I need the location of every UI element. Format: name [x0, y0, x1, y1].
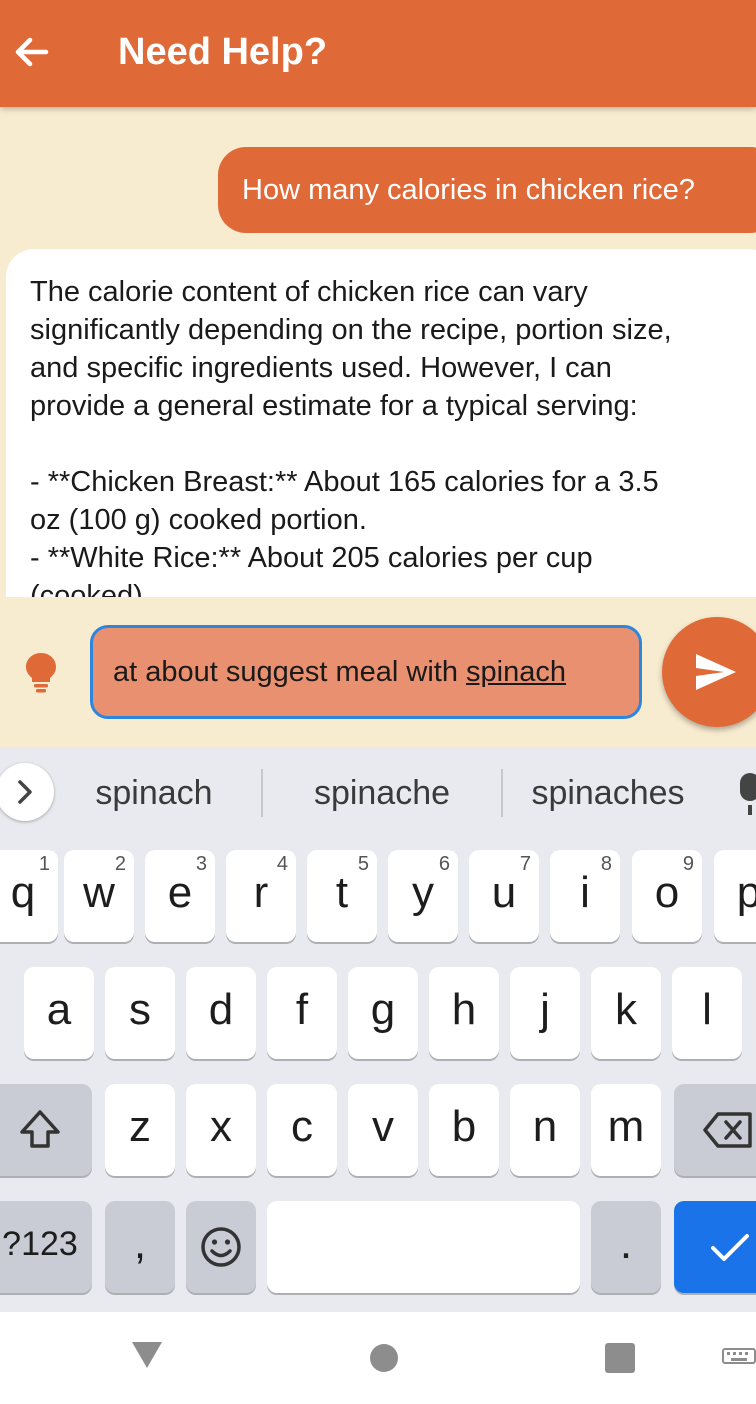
bot-message-line: - **White Rice:** About 205 calories per… [30, 542, 593, 574]
key-z[interactable]: z [105, 1084, 175, 1176]
key-e[interactable]: e3 [145, 850, 215, 942]
key-w[interactable]: w2 [64, 850, 134, 942]
key-k[interactable]: k [591, 967, 661, 1059]
key-i[interactable]: i8 [550, 850, 620, 942]
bot-message-line: significantly depending on the recipe, p… [30, 314, 672, 346]
key-p[interactable]: p0 [714, 850, 756, 942]
done-key[interactable] [674, 1201, 756, 1293]
key-j[interactable]: j [510, 967, 580, 1059]
key-l[interactable]: l [672, 967, 742, 1059]
key-s[interactable]: s [105, 967, 175, 1059]
key-d[interactable]: d [186, 967, 256, 1059]
key-r[interactable]: r4 [226, 850, 296, 942]
emoji-icon [201, 1227, 241, 1267]
suggestion-item[interactable]: spinach [44, 769, 264, 817]
period-key[interactable]: . [591, 1201, 661, 1293]
bot-message-line: (cooked) [30, 580, 143, 597]
suggestion-item[interactable]: spinache [272, 769, 492, 817]
recents-square-icon[interactable] [604, 1342, 636, 1374]
user-message-bubble: How many calories in chicken rice? [218, 147, 756, 233]
home-circle-icon[interactable] [368, 1342, 400, 1374]
keyboard-switch-icon[interactable] [722, 1348, 756, 1370]
suggestion-item[interactable]: spinaches [498, 769, 718, 817]
key-m[interactable]: m [591, 1084, 661, 1176]
bot-message-line [30, 425, 754, 463]
key-a[interactable]: a [24, 967, 94, 1059]
bot-message-line: provide a general estimate for a typical… [30, 390, 638, 422]
microphone-icon[interactable] [738, 771, 756, 817]
chat-list[interactable]: How many calories in chicken rice? The c… [0, 107, 756, 597]
key-o[interactable]: o9 [632, 850, 702, 942]
back-button[interactable] [10, 30, 54, 74]
app-bar: Need Help? [0, 0, 756, 107]
shift-key[interactable] [0, 1084, 92, 1176]
comma-key[interactable]: , [105, 1201, 175, 1293]
shift-icon [20, 1110, 60, 1148]
on-screen-keyboard: spinach spinache spinaches q1 w2 e3 r4 t… [0, 747, 756, 1312]
key-g[interactable]: g [348, 967, 418, 1059]
key-c[interactable]: c [267, 1084, 337, 1176]
system-nav-bar [0, 1312, 756, 1404]
input-text: at about suggest meal with [113, 656, 467, 688]
key-b[interactable]: b [429, 1084, 499, 1176]
arrow-left-icon [15, 37, 49, 67]
emoji-key[interactable] [186, 1201, 256, 1293]
key-h[interactable]: h [429, 967, 499, 1059]
message-composer: at about suggest meal with spinach [0, 597, 756, 747]
send-button[interactable] [662, 617, 756, 727]
bot-message-line: - **Chicken Breast:** About 165 calories… [30, 466, 659, 498]
key-t[interactable]: t5 [307, 850, 377, 942]
suggestion-strip: spinach spinache spinaches [0, 747, 756, 839]
lightbulb-icon [26, 653, 56, 693]
bot-message-line: The calorie content of chicken rice can … [30, 276, 588, 308]
message-input[interactable]: at about suggest meal with spinach [90, 625, 642, 719]
suggestion-button[interactable] [24, 651, 58, 693]
key-u[interactable]: u7 [469, 850, 539, 942]
space-key[interactable] [267, 1201, 580, 1293]
backspace-key[interactable] [674, 1084, 756, 1176]
key-n[interactable]: n [510, 1084, 580, 1176]
backspace-icon [703, 1112, 752, 1148]
bot-message-bubble: The calorie content of chicken rice can … [6, 249, 756, 597]
key-f[interactable]: f [267, 967, 337, 1059]
suggestion-divider [261, 769, 263, 817]
key-v[interactable]: v [348, 1084, 418, 1176]
input-composing-word: spinach [466, 656, 567, 688]
bot-message-line: oz (100 g) cooked portion. [30, 504, 367, 536]
key-y[interactable]: y6 [388, 850, 458, 942]
page-title: Need Help? [118, 31, 328, 73]
symbols-key[interactable]: ?123 [0, 1201, 92, 1293]
key-x[interactable]: x [186, 1084, 256, 1176]
send-icon [696, 654, 736, 690]
bot-message-line: and specific ingredients used. However, … [30, 352, 612, 384]
key-q[interactable]: q1 [0, 850, 58, 942]
back-triangle-icon[interactable] [130, 1340, 164, 1370]
checkmark-icon [711, 1234, 749, 1261]
